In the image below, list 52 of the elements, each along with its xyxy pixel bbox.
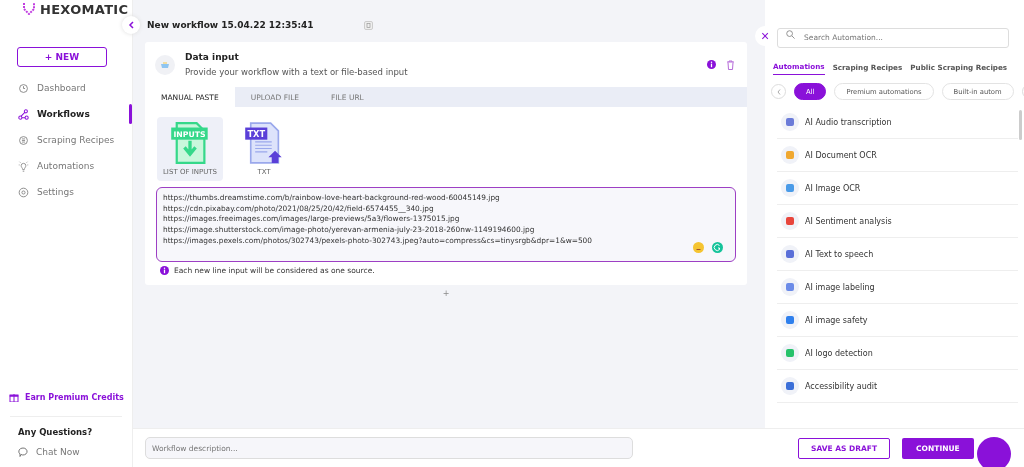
automation-item[interactable]: AI Text to speech xyxy=(777,238,1018,271)
nav-item[interactable]: Settings xyxy=(0,179,132,205)
automation-icon xyxy=(781,146,799,164)
automation-item[interactable]: AI Document OCR xyxy=(777,139,1018,172)
automation-icon xyxy=(781,344,799,362)
info-icon[interactable] xyxy=(707,60,716,69)
nav-item[interactable]: Scraping Recipes xyxy=(0,127,132,153)
chat-now-link[interactable]: Chat Now xyxy=(0,447,132,457)
trash-icon[interactable] xyxy=(726,59,735,70)
automation-icon xyxy=(781,179,799,197)
automation-icon xyxy=(781,113,799,131)
workflow-title: New workflow 15.04.22 12:35:41 xyxy=(147,20,314,30)
logo-icon xyxy=(22,3,36,15)
automation-item[interactable]: AI logo detection xyxy=(777,337,1018,370)
nav-item[interactable]: Workflows xyxy=(0,101,132,127)
grammar-icon[interactable] xyxy=(712,242,723,253)
automation-icon xyxy=(781,278,799,296)
automation-item[interactable]: AI image safety xyxy=(777,304,1018,337)
questions-title: Any Questions? xyxy=(17,427,94,437)
chat-bubble-button[interactable] xyxy=(977,437,1011,467)
gift-icon xyxy=(9,392,19,402)
automation-item[interactable]: AI image labeling xyxy=(777,271,1018,304)
automation-icon xyxy=(781,311,799,329)
nav-item[interactable]: Dashboard xyxy=(0,75,132,101)
bulb-icon xyxy=(18,160,29,172)
automation-icon xyxy=(781,377,799,395)
automation-item[interactable]: Accessibility audit xyxy=(777,370,1018,403)
collapse-button[interactable] xyxy=(122,16,140,34)
settings-icon xyxy=(18,186,29,198)
automation-item[interactable]: AI Image OCR xyxy=(777,172,1018,205)
automation-icon xyxy=(781,212,799,230)
chat-icon xyxy=(18,447,28,457)
emoji-icon[interactable] xyxy=(693,242,704,253)
card-description: Provide your workflow with a text or file-based input xyxy=(185,67,409,77)
add-step-button[interactable]: + xyxy=(442,289,450,298)
automation-icon xyxy=(781,245,799,263)
card-title: Data input xyxy=(185,52,240,62)
inbox-icon xyxy=(155,54,175,75)
list-icon xyxy=(18,134,29,146)
info-icon xyxy=(160,266,169,275)
clock-icon xyxy=(18,82,29,94)
search-icon xyxy=(786,30,795,39)
chevron-left-icon xyxy=(128,21,134,29)
scrollbar-thumb[interactable] xyxy=(1019,110,1022,140)
new-button[interactable]: + NEW xyxy=(17,47,107,67)
nav-item[interactable]: Automations xyxy=(0,153,132,179)
nodes-icon xyxy=(18,108,29,120)
logo-text: HEXOMATIC xyxy=(40,1,129,17)
earn-credits-link[interactable]: Earn Premium Credits xyxy=(0,392,132,402)
automation-item[interactable]: AI Sentiment analysis xyxy=(777,205,1018,238)
automation-item[interactable]: AI Audio transcription xyxy=(777,106,1018,139)
copy-icon[interactable] xyxy=(363,20,373,30)
